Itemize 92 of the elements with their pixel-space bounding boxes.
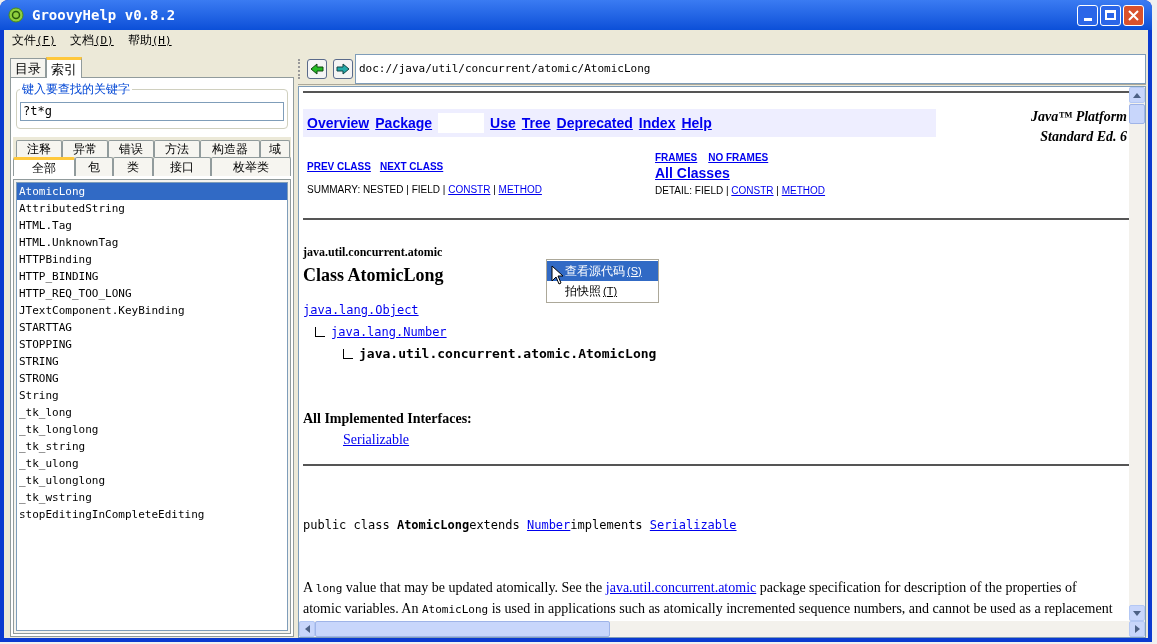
link[interactable]: All Classes — [655, 165, 730, 181]
list-item[interactable]: STRING — [17, 353, 287, 370]
list-item[interactable]: AttributedString — [17, 200, 287, 217]
list-item[interactable]: STOPPING — [17, 336, 287, 353]
list-item[interactable]: HTTP_REQ_TOO_LONG — [17, 285, 287, 302]
list-item[interactable]: _tk_ulonglong — [17, 472, 287, 489]
list-item[interactable]: HTML.Tag — [17, 217, 287, 234]
nav-link[interactable]: Package — [375, 112, 433, 134]
link[interactable]: PREV CLASS — [307, 159, 371, 174]
class-title: Class AtomicLong — [303, 264, 444, 287]
scrollbar-thumb[interactable] — [1129, 104, 1145, 124]
link[interactable]: java.lang.Number — [331, 323, 447, 341]
nav-link[interactable]: Help — [681, 112, 712, 134]
section-heading: All Implemented Interfaces: — [303, 410, 473, 428]
link[interactable]: java.lang.Object — [303, 301, 419, 319]
package-name: java.util.concurrent.atomic — [303, 244, 443, 261]
list-item[interactable]: _tk_longlong — [17, 421, 287, 438]
nav-link[interactable]: Use — [490, 112, 516, 134]
list-item[interactable]: String — [17, 387, 287, 404]
tab[interactable]: 目录 — [10, 58, 46, 77]
menu-item[interactable]: 文档(D) — [69, 30, 114, 50]
forward-button[interactable] — [333, 58, 353, 79]
description-text: A long value that may be updated atomically. See the java.util.concurrent.atomic package specification for description of the properties of atomic variables. An AtomicLong is used in applications such as atomically incremented sequence numbers, and cannot be used as a replacement — [303, 579, 1114, 618]
nav-link[interactable]: Deprecated — [556, 112, 633, 134]
search-legend: 键入要查找的关键字 — [20, 80, 132, 98]
link[interactable]: FRAMES — [655, 150, 698, 165]
list-item[interactable]: _tk_ulong — [17, 455, 287, 472]
filter-tab[interactable]: 方法 — [154, 140, 200, 157]
link[interactable]: Number — [526, 518, 571, 532]
filter-tab[interactable]: 构造器 — [200, 140, 260, 157]
filter-tab[interactable]: 枚举类 — [211, 157, 291, 176]
list-item[interactable]: HTML.UnknownTag — [17, 234, 287, 251]
app-icon — [8, 7, 24, 23]
filter-tab[interactable]: 注释 — [16, 140, 62, 157]
list-item[interactable]: stopEditingInCompleteEditing — [17, 506, 287, 523]
nav-link[interactable]: Tree — [521, 112, 551, 134]
left-arrow-icon — [304, 625, 310, 633]
tree-connector-icon — [343, 349, 353, 359]
up-arrow-icon — [1133, 92, 1141, 98]
list-item[interactable]: STARTTAG — [17, 319, 287, 336]
mouse-cursor-icon — [551, 265, 564, 285]
menu-item[interactable]: 拍快照 (T) — [547, 281, 658, 301]
window-title: GroovyHelp v0.8.2 — [32, 5, 176, 25]
list-item[interactable]: _tk_string — [17, 438, 287, 455]
horizontal-scrollbar[interactable] — [299, 621, 1145, 637]
scrollbar-thumb[interactable] — [315, 621, 610, 637]
maximize-button[interactable] — [1100, 4, 1121, 26]
close-button[interactable] — [1123, 4, 1144, 26]
link[interactable]: NEXT CLASS — [379, 159, 444, 174]
filter-tab[interactable]: 类 — [113, 157, 153, 176]
filter-tab[interactable]: 异常 — [62, 140, 108, 157]
menu-item[interactable]: 帮助(H) — [127, 30, 172, 50]
list-item[interactable]: _tk_wstring — [17, 489, 287, 506]
link[interactable]: java.util.concurrent.atomic — [605, 580, 757, 595]
link[interactable]: NO FRAMES — [708, 150, 769, 165]
link[interactable]: Serializable — [343, 432, 410, 447]
filter-tab[interactable]: 域 — [260, 140, 290, 157]
vertical-scrollbar[interactable] — [1129, 87, 1145, 621]
address-field[interactable]: doc://java/util/concurrent/atomic/AtomicLong — [355, 53, 1146, 84]
back-button[interactable] — [307, 58, 327, 79]
down-arrow-icon — [1133, 610, 1141, 616]
nav-link[interactable]: Index — [638, 112, 676, 134]
class-declaration: public class AtomicLongextends Numberimplements Serializable — [303, 517, 738, 534]
right-arrow-icon — [1134, 625, 1140, 633]
platform-label: Standard Ed. 6 — [1039, 128, 1127, 146]
link[interactable]: METHOD — [781, 185, 826, 196]
summary-line: SUMMARY: NESTED | FIELD | CONSTR | METHOD — [307, 183, 543, 197]
link[interactable]: CONSTR — [731, 185, 774, 196]
list-item[interactable]: AtomicLong — [17, 183, 287, 200]
tree-connector-icon — [315, 327, 325, 337]
list-item[interactable]: HTTP_BINDING — [17, 268, 287, 285]
link[interactable]: Serializable — [649, 518, 737, 532]
link[interactable]: CONSTR — [448, 184, 491, 195]
close-icon — [1128, 9, 1139, 21]
detail-line: DETAIL: FIELD | CONSTR | METHOD — [655, 184, 827, 198]
filter-tab[interactable]: 包 — [75, 157, 113, 176]
tab[interactable]: 索引 — [46, 57, 82, 78]
list-item[interactable]: JTextComponent.KeyBinding — [17, 302, 287, 319]
menu-item[interactable]: 文件(F) — [12, 30, 56, 50]
filter-tab[interactable]: 接口 — [153, 157, 211, 176]
list-item[interactable]: _tk_long — [17, 404, 287, 421]
link[interactable]: METHOD — [498, 184, 542, 195]
menu-item[interactable]: 查看源代码 (S) — [547, 261, 658, 281]
class-path: java.util.concurrent.atomic.AtomicLong — [359, 344, 657, 363]
filter-tab[interactable]: 错误 — [108, 140, 154, 157]
filter-tab[interactable]: 全部 — [13, 157, 75, 176]
minimize-button[interactable] — [1077, 4, 1098, 26]
nav-link[interactable]: Overview — [307, 112, 370, 134]
list-item[interactable]: STRONG — [17, 370, 287, 387]
platform-label: Java™ Platform — [1029, 108, 1127, 126]
search-field[interactable]: ?t*g — [20, 101, 284, 121]
list-item[interactable]: HTTPBinding — [17, 251, 287, 268]
